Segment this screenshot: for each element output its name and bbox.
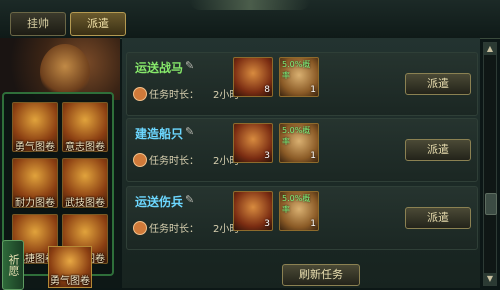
pray-card-label: 勇气图卷 (50, 276, 90, 287)
reward-count: 8 (264, 85, 270, 95)
reward-count: 3 (264, 219, 270, 229)
scroll-card-label: 耐力图卷 (15, 198, 55, 209)
reward-count: 3 (264, 151, 270, 161)
edit-icon[interactable]: ✎ (185, 126, 197, 138)
pray-button[interactable]: 祈愿 (2, 240, 24, 290)
bonus-count: 1 (310, 151, 316, 161)
clock-icon (133, 87, 147, 101)
bonus-count: 1 (310, 85, 316, 95)
task-name: 运送伤兵 (135, 195, 184, 209)
scroll-thumb[interactable] (485, 193, 497, 215)
task-list: 运送战马 ✎ 任务时长： 2小时 8 5.0%概率 1 派遣 建造船只 ✎ 任务… (122, 38, 480, 288)
reward-item[interactable]: 8 (233, 57, 273, 97)
clock-icon (133, 221, 147, 235)
task-row: 运送战马 ✎ 任务时长： 2小时 8 5.0%概率 1 派遣 (126, 52, 478, 116)
duration-label: 任务时长： (149, 224, 199, 235)
scroll-card-label: 武技图卷 (65, 198, 105, 209)
edit-icon[interactable]: ✎ (185, 60, 197, 72)
top-bar: 挂帅 派遣 (0, 0, 500, 39)
scroll-card-label: 意志图卷 (65, 142, 105, 153)
bonus-scroll-item[interactable]: 5.0%概率 1 (279, 123, 319, 163)
bonus-count: 1 (310, 219, 316, 229)
ornament (190, 0, 310, 10)
scroll-card-label: 勇气图卷 (15, 142, 55, 153)
scroll-down-arrow-icon[interactable]: ▼ (484, 273, 496, 285)
chance-label: 5.0%概率 (282, 126, 311, 146)
chance-label: 5.0%概率 (282, 60, 311, 80)
clock-icon (133, 153, 147, 167)
duration-label: 任务时长： (149, 156, 199, 167)
tab-dispatch[interactable]: 派遣 (70, 12, 126, 36)
scrollbar[interactable]: ▲ ▼ (483, 42, 497, 286)
scroll-card-will[interactable]: 意志图卷 (62, 102, 108, 153)
task-row: 建造船只 ✎ 任务时长： 2小时 3 5.0%概率 1 派遣 (126, 118, 478, 182)
scroll-card-endurance[interactable]: 耐力图卷 (12, 158, 58, 209)
reward-item[interactable]: 3 (233, 123, 273, 163)
dispatch-button[interactable]: 派遣 (405, 139, 471, 161)
task-row: 运送伤兵 ✎ 任务时长： 2小时 3 5.0%概率 1 派遣 (126, 186, 478, 250)
bonus-scroll-item[interactable]: 5.0%概率 1 (279, 57, 319, 97)
bonus-scroll-item[interactable]: 5.0%概率 1 (279, 191, 319, 231)
scroll-card-martial[interactable]: 武技图卷 (62, 158, 108, 209)
reward-item[interactable]: 3 (233, 191, 273, 231)
scroll-up-arrow-icon[interactable]: ▲ (484, 43, 496, 55)
chance-label: 5.0%概率 (282, 194, 311, 214)
dispatch-button[interactable]: 派遣 (405, 73, 471, 95)
tab-commander[interactable]: 挂帅 (10, 12, 66, 36)
duration-label: 任务时长： (149, 90, 199, 101)
hero-portrait (0, 38, 120, 100)
scroll-card-courage[interactable]: 勇气图卷 (12, 102, 58, 153)
refresh-tasks-button[interactable]: 刷新任务 (282, 264, 360, 286)
task-name: 运送战马 (135, 61, 184, 75)
task-name: 建造船只 (135, 127, 184, 141)
edit-icon[interactable]: ✎ (185, 194, 197, 206)
dispatch-button[interactable]: 派遣 (405, 207, 471, 229)
